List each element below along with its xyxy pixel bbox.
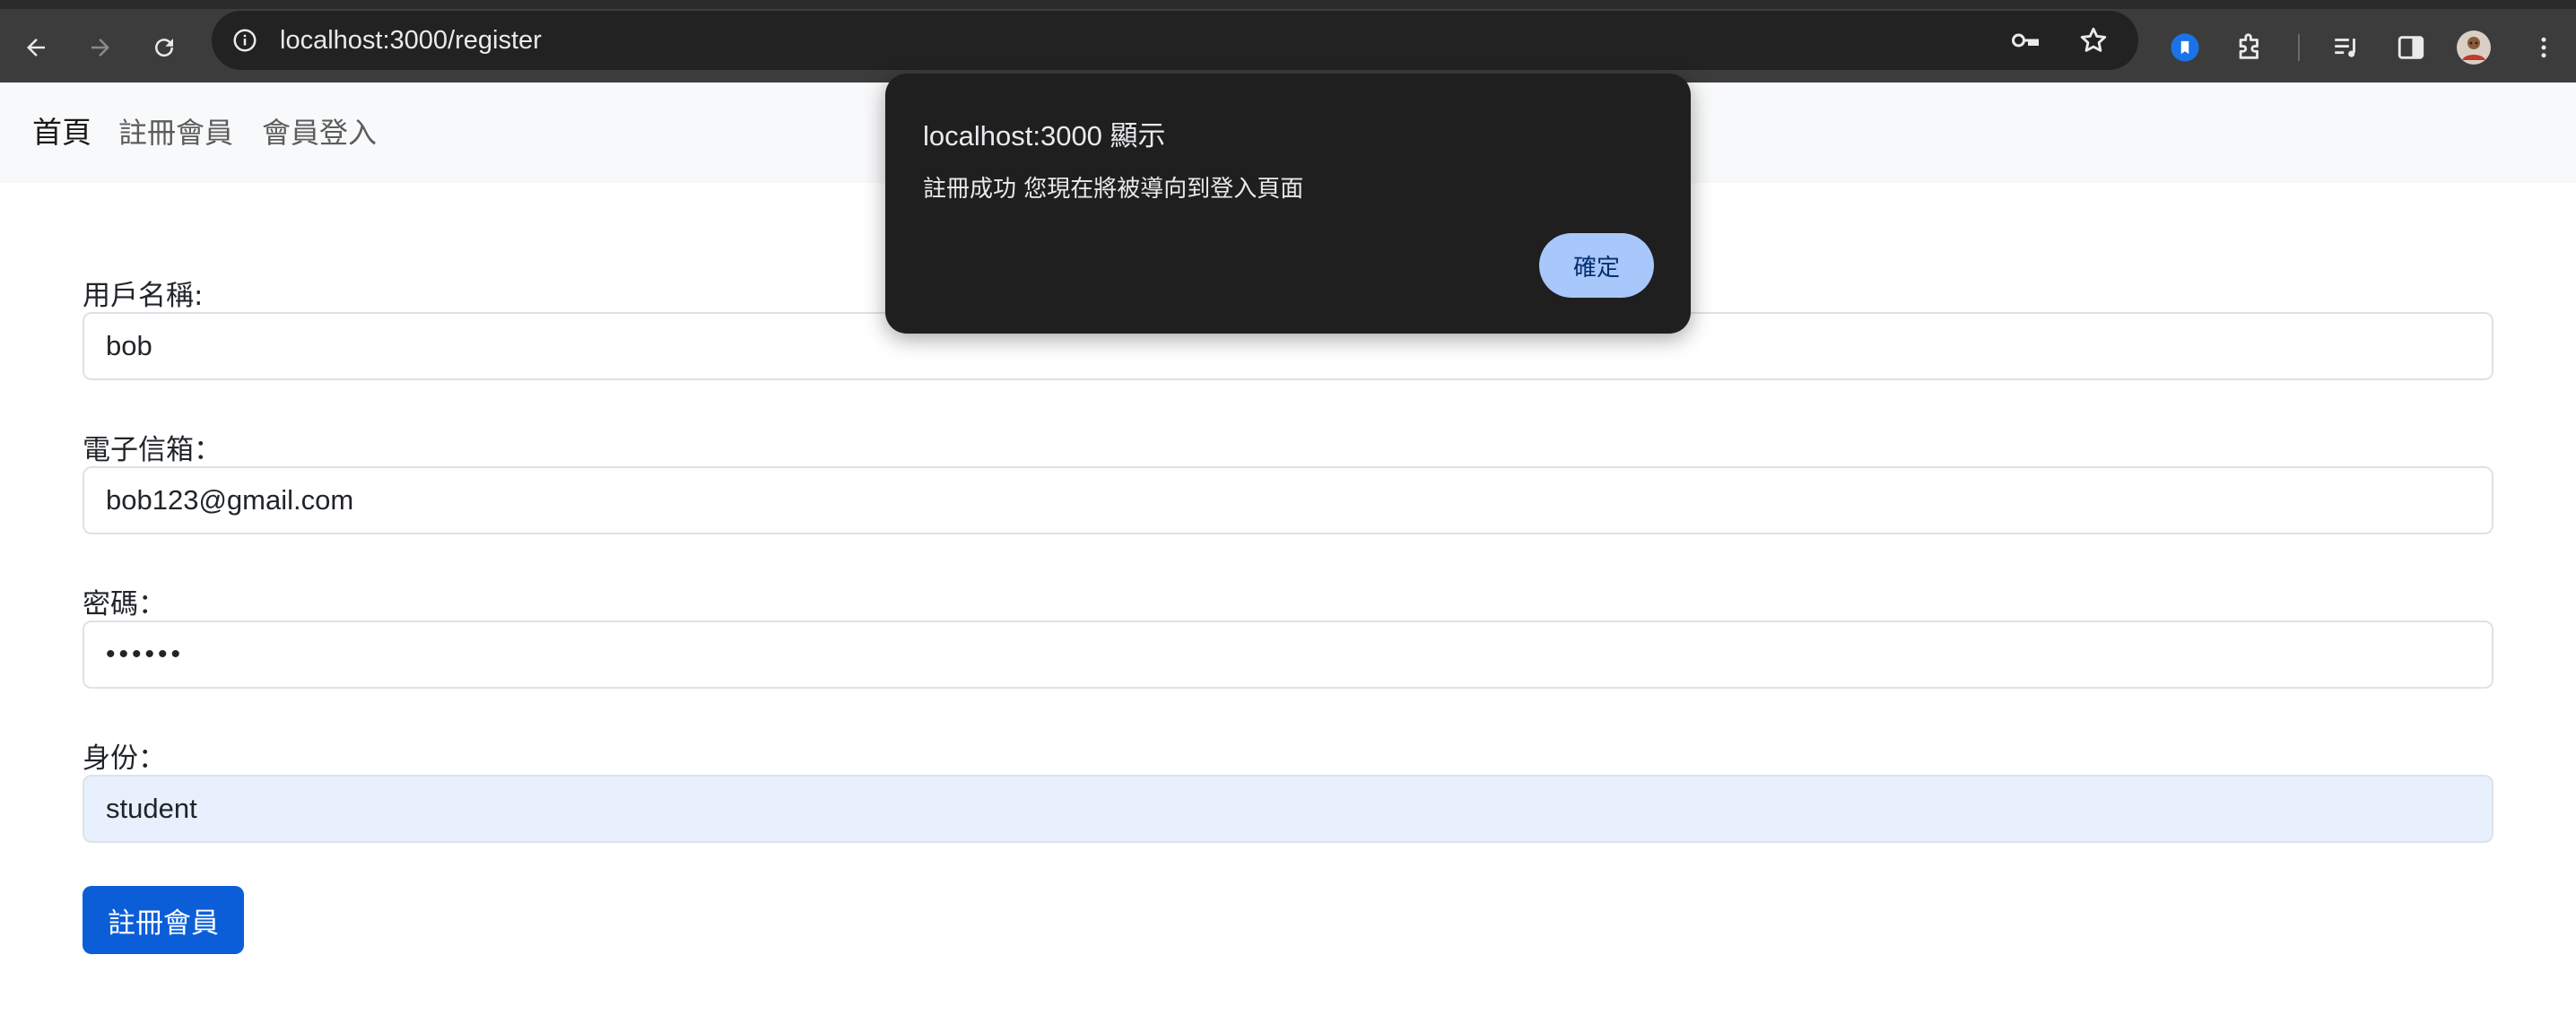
star-icon bbox=[2080, 27, 2107, 52]
email-field[interactable]: bob123@gmail.com bbox=[83, 466, 2493, 534]
dialog-title: localhost:3000 顯示 bbox=[923, 120, 1166, 152]
role-field[interactable]: student bbox=[83, 775, 2493, 843]
back-button[interactable] bbox=[11, 22, 61, 73]
info-icon bbox=[233, 29, 257, 52]
nav-home-link[interactable]: 首頁 bbox=[32, 82, 91, 183]
bookmark-extension-icon bbox=[2171, 33, 2199, 62]
back-arrow-icon bbox=[27, 39, 45, 56]
reload-button[interactable] bbox=[139, 22, 189, 73]
register-submit-button[interactable]: 註冊會員 bbox=[83, 886, 244, 954]
extensions-button[interactable] bbox=[2224, 22, 2275, 73]
role-label: 身份： bbox=[83, 742, 166, 775]
side-panel-icon bbox=[2398, 36, 2424, 59]
toolbar-divider bbox=[2298, 34, 2300, 61]
password-field[interactable]: •••••• bbox=[83, 621, 2493, 689]
media-queue-icon bbox=[2335, 39, 2355, 57]
address-bar[interactable]: localhost:3000/register bbox=[212, 11, 2138, 70]
puzzle-icon bbox=[2239, 33, 2258, 59]
reload-icon bbox=[155, 39, 174, 57]
side-panel-button[interactable] bbox=[2386, 22, 2436, 73]
dialog-ok-button[interactable]: 確定 bbox=[1539, 233, 1654, 298]
forward-arrow-icon bbox=[91, 39, 109, 56]
key-icon bbox=[2012, 33, 2039, 48]
browser-toolbar: localhost:3000/register bbox=[0, 0, 2576, 82]
forward-button[interactable] bbox=[75, 22, 126, 73]
media-controls-button[interactable] bbox=[2321, 22, 2371, 73]
url-text[interactable]: localhost:3000/register bbox=[280, 11, 542, 70]
profile-button[interactable] bbox=[2449, 22, 2499, 73]
username-label: 用戶名稱: bbox=[83, 280, 204, 312]
dialog-message: 註冊成功 您現在將被導向到登入頁面 bbox=[923, 176, 1304, 203]
email-label: 電子信箱： bbox=[83, 434, 222, 466]
nav-login-link[interactable]: 會員登入 bbox=[262, 82, 377, 183]
browser-menu-button[interactable] bbox=[2519, 22, 2569, 73]
bookmark-button[interactable] bbox=[2074, 21, 2113, 60]
password-label: 密碼： bbox=[83, 588, 166, 621]
site-info-button[interactable] bbox=[228, 23, 262, 57]
avatar bbox=[2457, 30, 2491, 65]
bookmark-extension-button[interactable] bbox=[2160, 22, 2210, 73]
alert-dialog: localhost:3000 顯示 註冊成功 您現在將被導向到登入頁面 確定 bbox=[885, 74, 1691, 334]
kebab-menu-icon bbox=[2541, 37, 2546, 58]
nav-register-link[interactable]: 註冊會員 bbox=[118, 82, 233, 183]
password-manager-button[interactable] bbox=[2006, 21, 2045, 60]
